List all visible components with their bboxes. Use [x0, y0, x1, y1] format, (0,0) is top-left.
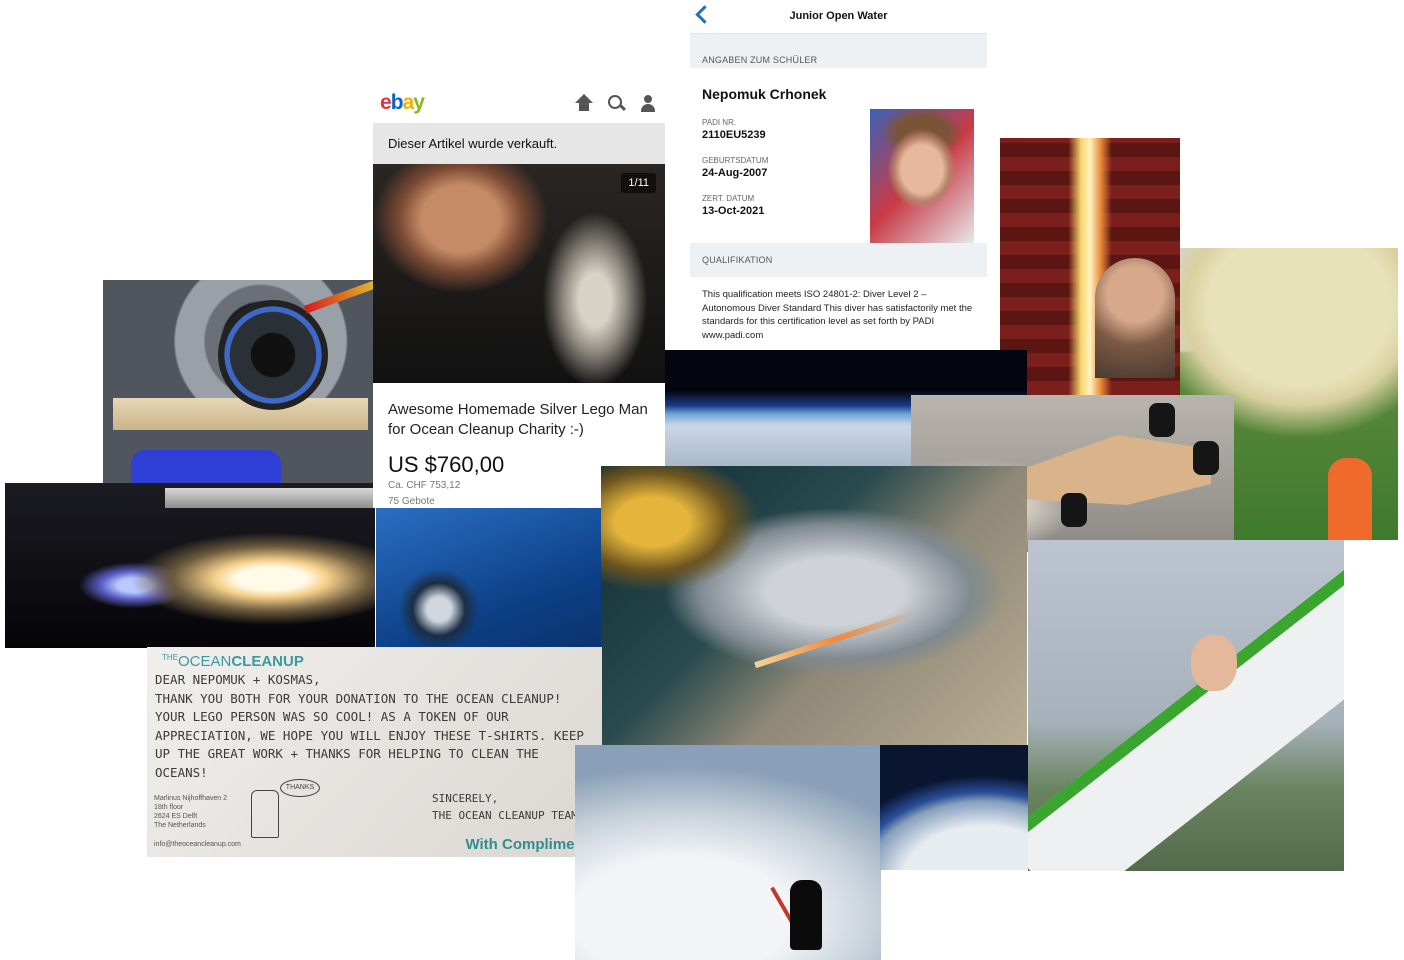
student-name: Nepomuk Crhonek — [702, 86, 827, 102]
listing-photo[interactable]: 1/11 — [373, 164, 665, 383]
wheel — [1193, 441, 1219, 475]
padi-title: Junior Open Water — [789, 10, 888, 22]
exhaust-jet — [754, 609, 918, 669]
letter-line: DEAR NEPOMUK + KOSMAS, — [155, 672, 321, 687]
cert-date-label: ZERT. DATUM — [702, 194, 755, 203]
qualification-text: This qualification meets ISO 24801-2: Di… — [702, 289, 973, 341]
turbine-photo — [103, 280, 375, 484]
person — [1191, 635, 1237, 691]
padi-nr: 2110EU5239 — [702, 129, 766, 141]
earth-curvature-photo — [880, 745, 1028, 870]
ebay-listing: ebay Dieser Artikel wurde verkauft. 1/11… — [373, 84, 665, 508]
home-icon[interactable] — [575, 94, 593, 112]
lego-figure — [790, 880, 822, 950]
tube — [165, 488, 375, 508]
ocean-cleanup-letter: THEOCEANCLEANUP DEAR NEPOMUK + KOSMAS, T… — [147, 647, 602, 857]
letter-address: Marlinus Nijhoffhaven 2 18th floor 2624 … — [154, 795, 241, 848]
padi-card: Junior Open Water ANGABEN ZUM SCHÜLER Ne… — [690, 0, 987, 352]
section-student: ANGABEN ZUM SCHÜLER — [690, 34, 987, 68]
listing-title: Awesome Homemade Silver Lego Man for Oce… — [388, 401, 648, 438]
letter-line: APPRECIATION, WE HOPE YOU WILL ENJOY THE… — [155, 727, 584, 743]
wood-mount — [113, 398, 368, 430]
ebay-logo[interactable]: ebay — [380, 91, 425, 115]
price-chf: Ca. CHF 753,12 — [388, 480, 461, 491]
flame-tube-photo — [1000, 138, 1180, 395]
ebay-header: ebay — [373, 84, 665, 122]
student-photo — [870, 109, 974, 243]
cable — [304, 280, 375, 314]
letter-line: UP THE GREAT WORK + THANKS FOR HELPING T… — [155, 746, 539, 761]
search-icon[interactable] — [607, 94, 625, 112]
wheel — [1149, 403, 1175, 437]
letter-body: DEAR NEPOMUK + KOSMAS, THANK YOU BOTH FO… — [155, 671, 595, 782]
section-qualification: QUALIFIKATION — [690, 243, 987, 277]
birthdate-label: GEBURTSDATUM — [702, 156, 769, 165]
cert-date: 13-Oct-2021 — [702, 205, 765, 217]
letter-signature: SINCERELY, THE OCEAN CLEANUP TEAM — [432, 792, 578, 822]
earth-clouds-photo — [575, 745, 881, 960]
blue-base — [131, 450, 281, 484]
padi-nr-label: PADI NR. — [702, 118, 737, 127]
rc-plane-photo — [1028, 540, 1344, 871]
user-icon[interactable] — [639, 94, 657, 112]
lego-sketch — [251, 790, 279, 838]
letter-brand: THEOCEANCLEANUP — [162, 653, 304, 670]
letter-line: OCEANS! — [155, 764, 208, 780]
person — [1328, 458, 1372, 540]
car-body — [1001, 435, 1211, 505]
padi-header: Junior Open Water — [690, 0, 987, 34]
photo-counter: 1/11 — [621, 173, 656, 193]
person — [1095, 258, 1175, 378]
letter-line: THANK YOU BOTH FOR YOUR DONATION TO THE … — [155, 690, 562, 706]
letter-line: YOUR LEGO PERSON WAS SO COOL! AS A TOKEN… — [155, 709, 509, 724]
birthdate: 24-Aug-2007 — [702, 167, 768, 179]
plasma-photo — [5, 483, 375, 648]
wheel — [1061, 493, 1087, 527]
jet-apparatus-photo — [601, 466, 1027, 745]
turbine-fan — [218, 300, 328, 410]
speech-bubble: THANKS — [280, 779, 320, 797]
plane-wing — [1028, 565, 1344, 871]
listing-price: US $760,00 — [388, 452, 505, 477]
sold-banner: Dieser Artikel wurde verkauft. — [373, 123, 665, 164]
bid-count[interactable]: 75 Gebote — [388, 496, 435, 507]
